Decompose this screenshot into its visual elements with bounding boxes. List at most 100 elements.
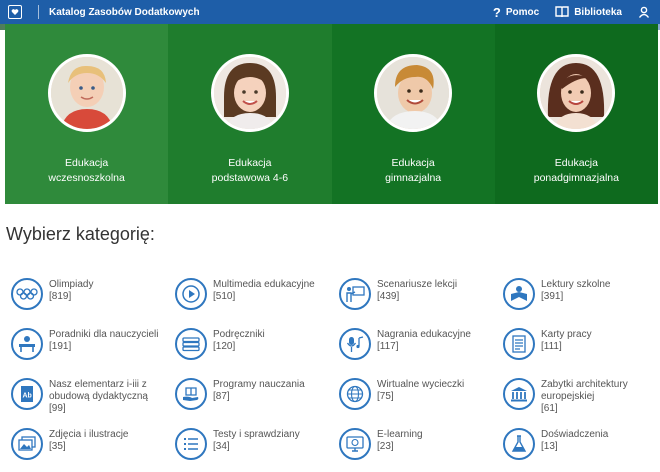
category-name: Poradniki dla nauczycieli [49, 329, 159, 340]
category-lektury[interactable]: Lektury szkolne [391] [500, 272, 660, 322]
teen-girl-photo-avatar [537, 54, 616, 132]
checklist-icon [175, 428, 207, 460]
portal-logo-icon[interactable] [8, 5, 22, 19]
category-name: Wirtualne wycieczki [377, 379, 465, 390]
category-name: Podręczniki [213, 329, 265, 340]
category-name: Multimedia edukacyjne [213, 279, 315, 290]
category-count: [34] [213, 441, 230, 452]
level-middle-school[interactable]: Edukacja gimnazjalna [331, 24, 495, 204]
category-text: Programy nauczania [87] [213, 379, 305, 403]
category-text: Doświadczenia [13] [541, 429, 608, 453]
education-levels: Edukacja wczesnoszkolna Edukacja podstaw… [5, 24, 658, 204]
category-count: [120] [213, 341, 236, 352]
category-count: [13] [541, 441, 558, 452]
category-count: [819] [49, 291, 72, 302]
level-title: Edukacja [554, 157, 598, 169]
question-icon: ? [492, 4, 501, 20]
presentation-board-icon [339, 278, 371, 310]
category-zdjecia[interactable]: Zdjęcia i ilustracje [35] [8, 422, 172, 472]
category-count: [87] [213, 391, 230, 402]
teen-boy-photo-avatar [374, 54, 453, 132]
level-primary-4-6[interactable]: Edukacja podstawowa 4-6 [168, 24, 332, 204]
category-text: Nagrania edukacyjne [117] [377, 329, 471, 353]
category-text: Podręczniki [120] [213, 329, 265, 353]
category-name: Scenariusze lekcji [377, 279, 458, 290]
level-subtitle: podstawowa 4-6 [211, 172, 289, 184]
category-count: [439] [377, 291, 400, 302]
category-count: [99] [49, 403, 66, 414]
category-name: Nasz elementarz i-iii z obudową dydaktyc… [49, 379, 148, 402]
user-icon [638, 6, 650, 18]
level-title: Edukacja [391, 157, 435, 169]
category-count: [191] [49, 341, 72, 352]
category-zabytki[interactable]: Zabytki architektury europejskiej [61] [500, 372, 660, 422]
category-elearning[interactable]: E-learning [23] [336, 422, 500, 472]
level-high-school[interactable]: Edukacja ponadgimnazjalna [494, 24, 658, 204]
hand-book-icon [175, 378, 207, 410]
library-label: Biblioteka [574, 6, 622, 18]
level-title: Edukacja [65, 157, 109, 169]
category-text: Scenariusze lekcji [439] [377, 279, 457, 303]
image-gallery-icon [11, 428, 43, 460]
flask-icon [503, 428, 535, 460]
category-karty-pracy[interactable]: Karty pracy [111] [500, 322, 660, 372]
category-name: Zdjęcia i ilustracje [49, 429, 129, 440]
category-podreczniki[interactable]: Podręczniki [120] [172, 322, 336, 372]
header-nav: ? Pomoc Biblioteka [483, 5, 660, 20]
category-count: [23] [377, 441, 394, 452]
category-text: Wirtualne wycieczki [75] [377, 379, 464, 403]
olympic-rings-icon [11, 278, 43, 310]
category-name: Lektury szkolne [541, 279, 611, 290]
category-count: [35] [49, 441, 66, 452]
category-count: [117] [377, 341, 399, 352]
library-link[interactable]: Biblioteka [555, 6, 622, 18]
category-scenariusze[interactable]: Scenariusze lekcji [439] [336, 272, 500, 322]
category-text: Multimedia edukacyjne [510] [213, 279, 315, 303]
category-nagrania[interactable]: Nagrania edukacyjne [117] [336, 322, 500, 372]
category-doswiadczenia[interactable]: Doświadczenia [13] [500, 422, 660, 472]
category-testy[interactable]: Testy i sprawdziany [34] [172, 422, 336, 472]
play-icon [175, 278, 207, 310]
category-poradniki[interactable]: Poradniki dla nauczycieli [191] [8, 322, 172, 372]
worksheet-icon [503, 328, 535, 360]
globe-icon [339, 378, 371, 410]
category-text: Lektury szkolne [391] [541, 279, 610, 303]
category-text: Karty pracy [111] [541, 329, 592, 353]
category-multimedia[interactable]: Multimedia edukacyjne [510] [172, 272, 336, 322]
book-stack-icon [175, 328, 207, 360]
microphone-music-icon [339, 328, 371, 360]
user-menu[interactable] [638, 6, 650, 18]
museum-building-icon [503, 378, 535, 410]
category-text: Olimpiady [819] [49, 279, 93, 303]
category-name: Programy nauczania [213, 379, 305, 390]
category-name: Testy i sprawdziany [213, 429, 300, 440]
category-count: [391] [541, 291, 564, 302]
top-bar: Katalog Zasobów Dodatkowych ? Pomoc Bibl… [0, 0, 660, 24]
category-text: Zdjęcia i ilustracje [35] [49, 429, 128, 453]
category-olimpiady[interactable]: Olimpiady [819] [8, 272, 172, 322]
page-heading: Wybierz kategorię: [6, 224, 155, 244]
category-programy[interactable]: Programy nauczania [87] [172, 372, 336, 422]
category-text: Testy i sprawdziany [34] [213, 429, 300, 453]
category-text: Nasz elementarz i-iii z obudową dydaktyc… [49, 379, 161, 415]
book-icon [555, 6, 569, 18]
level-subtitle: ponadgimnazjalna [533, 172, 619, 184]
category-text: E-learning [23] [377, 429, 423, 453]
category-name: Nagrania edukacyjne [377, 329, 471, 340]
category-count: [510] [213, 291, 236, 302]
category-name: E-learning [377, 429, 423, 440]
divider [38, 5, 39, 19]
level-early-education[interactable]: Edukacja wczesnoszkolna [5, 24, 169, 204]
category-text: Zabytki architektury europejskiej [61] [541, 379, 653, 415]
level-subtitle: gimnazjalna [385, 172, 442, 184]
child-photo-avatar [210, 54, 289, 132]
category-wycieczki[interactable]: Wirtualne wycieczki [75] [336, 372, 500, 422]
help-link[interactable]: ? Pomoc [493, 5, 539, 20]
app-title[interactable]: Katalog Zasobów Dodatkowych [49, 7, 200, 18]
category-name: Doświadczenia [541, 429, 609, 440]
category-count: [61] [541, 403, 558, 414]
category-text: Poradniki dla nauczycieli [191] [49, 329, 159, 353]
category-name: Karty pracy [541, 329, 592, 340]
category-elementarz[interactable]: Ab Nasz elementarz i-iii z obudową dydak… [8, 372, 172, 422]
category-grid: Olimpiady [819] Multimedia edukacyjne [5… [8, 272, 660, 472]
